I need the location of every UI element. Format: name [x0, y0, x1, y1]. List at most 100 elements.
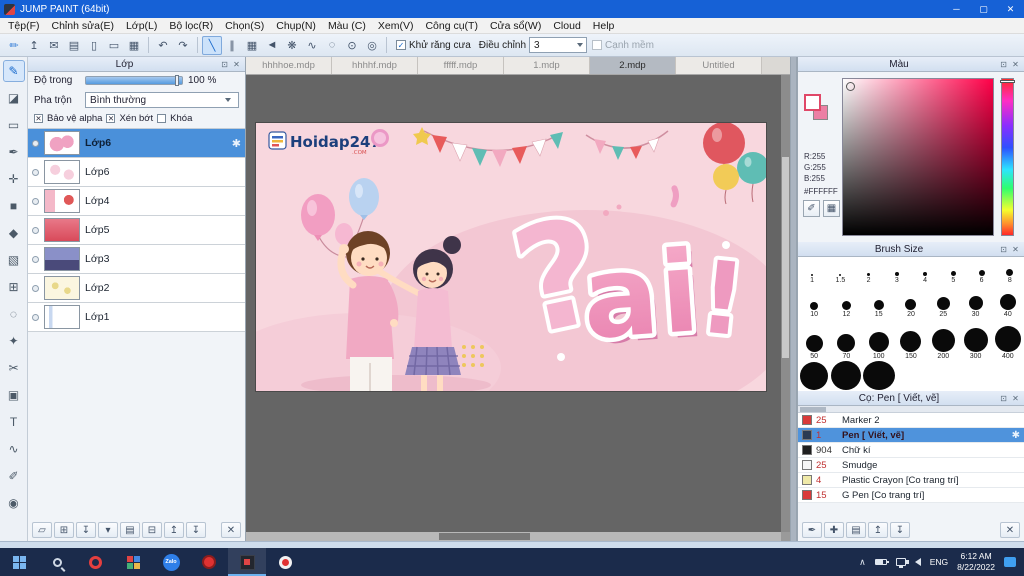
duplicate-layer-icon[interactable]: ⊞: [54, 522, 74, 538]
grid-snap-icon[interactable]: ▦: [242, 36, 262, 55]
panel-icon[interactable]: ▤: [64, 36, 84, 55]
brush-size-option[interactable]: 5: [939, 257, 967, 285]
blend-select[interactable]: Bình thường: [85, 92, 239, 108]
saturation-value-picker[interactable]: [842, 78, 994, 236]
layer-visibility-dot[interactable]: [32, 139, 39, 147]
close-panel-icon[interactable]: ✕: [1010, 245, 1021, 254]
hue-slider[interactable]: [1000, 78, 1015, 236]
document-tab[interactable]: 1.mdp: [504, 57, 590, 74]
antialias-checkbox[interactable]: ✓: [396, 40, 406, 50]
brush-size-option[interactable]: 1: [798, 257, 826, 285]
move-down-icon[interactable]: ↧: [186, 522, 206, 538]
close-panel-icon[interactable]: ✕: [231, 60, 242, 69]
brush-size-option[interactable]: 1.5: [826, 257, 854, 285]
hand-tool[interactable]: ◉: [3, 492, 25, 514]
move-up-icon[interactable]: ↥: [164, 522, 184, 538]
marquee-tool[interactable]: ⊞: [3, 276, 25, 298]
opacity-slider-thumb[interactable]: [175, 75, 179, 86]
chevron-down-icon[interactable]: [577, 43, 584, 47]
canvas-viewport[interactable]: ? ai ai ! Hoidap247 .COM: [246, 75, 790, 541]
brush-list-scrollbar[interactable]: [798, 406, 1024, 413]
opera-browser-icon[interactable]: [76, 548, 114, 576]
add-brush-icon[interactable]: ✚: [824, 522, 844, 538]
document-tab[interactable]: hhhhf.mdp: [332, 57, 418, 74]
maximize-button[interactable]: ▢: [970, 0, 997, 18]
brush-size-option[interactable]: 4: [911, 257, 939, 285]
zalo-icon[interactable]: Zalo: [152, 548, 190, 576]
layer-menu-icon[interactable]: ▾: [98, 522, 118, 538]
brush-tool[interactable]: ✎: [2, 60, 25, 82]
focus-snap-icon[interactable]: ⊙: [342, 36, 362, 55]
brush-size-option[interactable]: 400: [992, 319, 1024, 361]
hue-cursor[interactable]: [1000, 80, 1015, 83]
bucket-tool[interactable]: ◆: [3, 222, 25, 244]
brush-size-option[interactable]: 100: [863, 319, 895, 361]
eyedropper-tool[interactable]: ✐: [3, 465, 25, 487]
stamp-tool[interactable]: ▣: [3, 384, 25, 406]
grid-icon[interactable]: ▦: [124, 36, 144, 55]
minimize-button[interactable]: ─: [943, 0, 970, 18]
brush-size-option[interactable]: 2: [855, 257, 883, 285]
apps-grid-icon[interactable]: [114, 548, 152, 576]
menu-item-layer[interactable]: Lớp(L): [120, 18, 163, 34]
comment-icon[interactable]: ✉: [44, 36, 64, 55]
pen-tool[interactable]: ✒: [3, 141, 25, 163]
document-tab-active[interactable]: 2.mdp: [590, 57, 676, 74]
gradient-tool[interactable]: ▧: [3, 249, 25, 271]
brush-size-option[interactable]: 200: [927, 319, 959, 361]
document-tab[interactable]: Untitled: [676, 57, 762, 74]
popout-icon[interactable]: ⊡: [998, 245, 1009, 254]
notification-icon[interactable]: [1004, 557, 1016, 567]
page-icon[interactable]: ▯: [84, 36, 104, 55]
picker-cursor[interactable]: [846, 82, 855, 91]
brush-size-option[interactable]: [798, 361, 830, 391]
search-button[interactable]: [38, 548, 76, 576]
brush-size-option[interactable]: 50: [798, 319, 830, 361]
lasso-tool[interactable]: ◌: [3, 303, 25, 325]
brush-size-option[interactable]: 10: [798, 285, 830, 319]
line-snap-icon[interactable]: ╲: [202, 35, 222, 55]
layer-row[interactable]: Lớp5: [28, 216, 245, 245]
layer-visibility-dot[interactable]: [32, 255, 39, 263]
radial-snap-icon[interactable]: ❋: [282, 36, 302, 55]
opera-gx-icon[interactable]: [190, 548, 228, 576]
brush-size-option[interactable]: 12: [830, 285, 862, 319]
menu-item-filter[interactable]: Bộ lọc(R): [163, 18, 219, 34]
panel-divider[interactable]: [790, 57, 797, 541]
layer-visibility-dot[interactable]: [32, 284, 39, 292]
brush-row-selected[interactable]: 1 Pen [ Viết, vẽ] ✱: [798, 428, 1024, 443]
delete-brush-icon[interactable]: ✕: [1000, 522, 1020, 538]
menu-item-select[interactable]: Chọn(S): [219, 18, 270, 34]
layer-visibility-dot[interactable]: [32, 168, 39, 176]
popout-icon[interactable]: ⊡: [219, 60, 230, 69]
layer-row[interactable]: Lớp1: [28, 303, 245, 332]
brush-row[interactable]: 904 Chữ kí: [798, 443, 1024, 458]
new-layer-icon[interactable]: ▱: [32, 522, 52, 538]
redo-icon[interactable]: ↷: [173, 36, 193, 55]
menu-item-color[interactable]: Màu (C): [322, 18, 372, 34]
export-icon[interactable]: ↥: [24, 36, 44, 55]
brush-down-icon[interactable]: ↧: [890, 522, 910, 538]
document-tab[interactable]: hhhhoe.mdp: [246, 57, 332, 74]
eyedropper-button[interactable]: ✐: [803, 200, 820, 217]
menu-item-view[interactable]: Xem(V): [372, 18, 420, 34]
menu-item-snap[interactable]: Chụp(N): [270, 18, 322, 34]
clipping-checkbox[interactable]: ✕: [106, 114, 116, 123]
pages-icon[interactable]: ▭: [104, 36, 124, 55]
layer-visibility-dot[interactable]: [32, 313, 39, 321]
brush-row[interactable]: 15 G Pen [Co trang trí]: [798, 488, 1024, 503]
brush-row[interactable]: 4 Plastic Crayon [Co trang trí]: [798, 473, 1024, 488]
layer-row[interactable]: Lớp4: [28, 187, 245, 216]
brush-size-option[interactable]: 150: [895, 319, 927, 361]
brush-size-option[interactable]: 40: [992, 285, 1024, 319]
palette-button[interactable]: ▦: [823, 200, 840, 217]
canvas-vertical-scrollbar[interactable]: [781, 75, 790, 532]
eraser-tool[interactable]: ◪: [3, 87, 25, 109]
menu-item-cloud[interactable]: Cloud: [547, 18, 586, 34]
menu-item-file[interactable]: Tệp(F): [2, 18, 46, 34]
scrollbar-thumb[interactable]: [782, 157, 789, 359]
layer-visibility-dot[interactable]: [32, 197, 39, 205]
brush-edit-icon[interactable]: ✏: [4, 36, 24, 55]
language-indicator[interactable]: ENG: [930, 557, 948, 567]
select-rect-tool[interactable]: ▭: [3, 114, 25, 136]
